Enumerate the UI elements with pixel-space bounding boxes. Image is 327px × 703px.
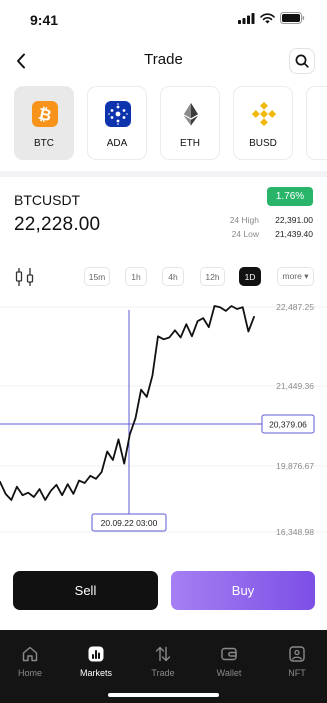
24h-high-label: 24 High [229, 215, 259, 225]
timeframe-1h[interactable]: 1h [125, 267, 147, 286]
battery-icon [280, 12, 305, 24]
y-tick-label: 19,876.67 [276, 461, 314, 471]
section-divider [0, 171, 327, 177]
coin-label: ETH [180, 138, 200, 149]
home-indicator [108, 693, 219, 697]
binance-icon [251, 101, 277, 127]
coin-label: ADA [106, 138, 128, 149]
coin-card-busd[interactable]: BUSD [233, 86, 293, 160]
coin-label: BUSD [249, 138, 277, 149]
24h-low-label: 24 Low [231, 229, 259, 239]
bottom-tab-bar: Home Markets Trade Wallet NFT [0, 630, 327, 703]
tab-trade-label: Trade [151, 668, 175, 678]
trading-pair: BTCUSDT [14, 192, 81, 208]
coin-card-ada[interactable]: ADA [87, 86, 147, 160]
markets-icon [88, 646, 104, 662]
ethereum-icon [178, 101, 204, 127]
search-button[interactable] [289, 48, 315, 74]
coin-card-btc[interactable]: ₿ BTC [14, 86, 74, 160]
cardano-icon [105, 101, 131, 127]
bitcoin-icon: ₿ [32, 101, 58, 127]
status-time: 9:41 [30, 12, 59, 28]
sell-button[interactable]: Sell [13, 571, 158, 610]
crosshair-price-text: 20,379.06 [269, 420, 307, 430]
timeframe-4h[interactable]: 4h [162, 267, 184, 286]
change-badge: 1.76% [267, 187, 313, 206]
tab-nft[interactable]: NFT [269, 644, 325, 678]
coin-label: BTC [34, 138, 54, 149]
search-icon [295, 54, 309, 68]
status-icons [238, 12, 305, 24]
tab-markets-label: Markets [79, 668, 112, 678]
coin-selector: ₿ BTC ADA ETH BUSD [0, 86, 327, 164]
tab-wallet-label: Wallet [216, 668, 242, 678]
crosshair-price-label: 20,379.06 [261, 414, 315, 434]
coin-card-more[interactable] [306, 86, 327, 160]
chart-type-button[interactable] [14, 266, 36, 288]
tab-home[interactable]: Home [2, 644, 58, 678]
crosshair-time-label: 20.09.22 03:00 [91, 513, 167, 532]
current-price: 22,228.00 [14, 214, 101, 235]
coin-card-eth[interactable]: ETH [160, 86, 220, 160]
y-tick-label: 22,487.25 [276, 302, 314, 312]
timeframe-12h[interactable]: 12h [200, 267, 225, 286]
timeframe-15m[interactable]: 15m [84, 267, 110, 286]
24h-high-row: 24 High 22,391.00 [230, 215, 313, 225]
y-tick-label: 16,348.98 [276, 527, 314, 537]
header: Trade [0, 40, 327, 82]
tab-trade[interactable]: Trade [135, 644, 191, 678]
status-bar: 9:41 [0, 0, 327, 40]
buy-button[interactable]: Buy [171, 571, 315, 610]
crosshair-time-text: 20.09.22 03:00 [101, 518, 158, 528]
24h-low-value: 21,439.40 [275, 229, 313, 239]
tab-home-label: Home [17, 668, 42, 678]
24h-high-value: 22,391.00 [275, 215, 313, 225]
tab-wallet[interactable]: Wallet [201, 644, 257, 678]
candlestick-icon [15, 268, 34, 286]
wallet-icon [221, 647, 237, 661]
price-line [0, 305, 255, 501]
signal-icon [238, 12, 255, 24]
timeframe-more[interactable]: more ▾ [277, 267, 314, 286]
wifi-icon [260, 12, 275, 23]
24h-low-row: 24 Low 21,439.40 [232, 229, 313, 239]
home-icon [22, 646, 38, 662]
nft-image-icon [289, 646, 305, 662]
y-tick-label: 21,449.36 [276, 381, 314, 391]
tab-markets[interactable]: Markets [68, 644, 124, 678]
trade-arrows-icon [155, 646, 171, 662]
timeframe-1d[interactable]: 1D [239, 267, 261, 286]
tab-nft-label: NFT [288, 668, 306, 678]
price-chart[interactable]: 22,487.25 21,449.36 19,876.67 16,348.98 20,… [0, 296, 327, 546]
page-title: Trade [144, 51, 183, 68]
